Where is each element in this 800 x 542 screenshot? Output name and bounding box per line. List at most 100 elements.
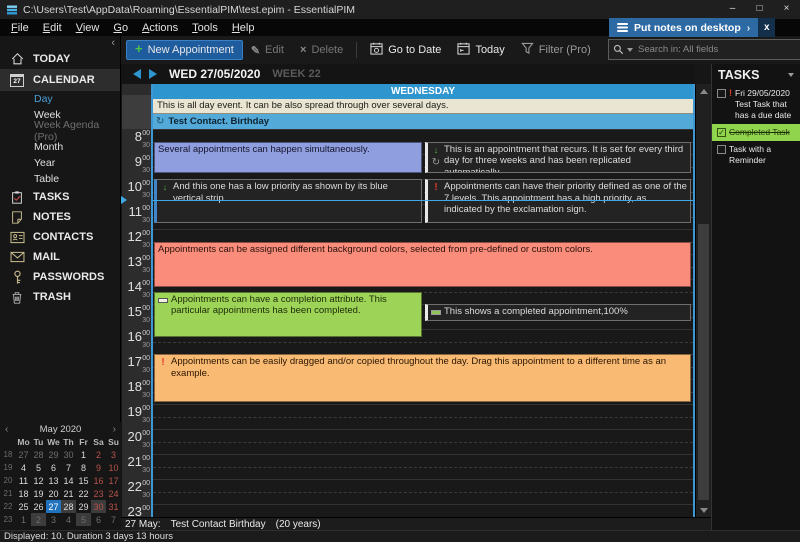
menu-view[interactable]: View — [69, 22, 107, 34]
mini-calendar-day[interactable]: 3 — [46, 513, 61, 526]
scrollbar-thumb[interactable] — [698, 224, 709, 500]
sidebar-item-week-agenda-pro-[interactable]: Week Agenda (Pro) — [0, 123, 120, 139]
checkbox-unchecked-icon[interactable] — [717, 145, 726, 154]
low-priority-appointment[interactable]: ↓And this one has a low priority as show… — [154, 179, 422, 223]
time-grid-row[interactable] — [153, 479, 693, 504]
mini-calendar-day[interactable]: 26 — [31, 500, 46, 513]
delete-button[interactable]: ×Delete — [292, 41, 351, 59]
mini-calendar-day[interactable]: 12 — [31, 474, 46, 487]
mini-calendar-day[interactable]: 7 — [61, 461, 76, 474]
minimize-button[interactable]: – — [719, 0, 746, 19]
mini-calendar-day[interactable]: 4 — [16, 461, 31, 474]
tasks-panel-menu-icon[interactable] — [788, 73, 794, 77]
mini-calendar-day[interactable]: 20 — [46, 487, 61, 500]
colored-appointment[interactable]: Appointments can be assigned different b… — [154, 242, 691, 288]
time-grid-row[interactable] — [153, 454, 693, 479]
mini-calendar-day[interactable]: 29 — [46, 448, 61, 461]
recurring-appointment[interactable]: ↓↻This is an appointment that recurs. It… — [425, 142, 691, 173]
mini-calendar-day[interactable]: 3 — [106, 448, 121, 461]
close-button[interactable]: × — [773, 0, 800, 19]
mini-calendar-day[interactable]: 14 — [61, 474, 76, 487]
go-to-date-button[interactable]: Go to Date — [362, 39, 449, 61]
mini-calendar-day[interactable]: 27 — [16, 448, 31, 461]
time-grid-row[interactable] — [153, 404, 693, 429]
prev-day-icon[interactable] — [133, 69, 141, 79]
checkbox-unchecked-icon[interactable] — [717, 89, 726, 98]
mini-calendar-day[interactable]: 1 — [16, 513, 31, 526]
today-button[interactable]: Today — [449, 39, 512, 61]
sidebar-item-passwords[interactable]: PASSWORDS — [0, 267, 120, 287]
mini-calendar-day[interactable]: 25 — [16, 500, 31, 513]
mini-calendar-day[interactable]: 30 — [91, 500, 106, 513]
mini-calendar-day[interactable]: 29 — [76, 500, 91, 513]
edit-button[interactable]: ✎Edit — [243, 41, 292, 60]
scroll-down-icon[interactable] — [696, 503, 712, 517]
new-appointment-button[interactable]: +New Appointment — [126, 40, 243, 60]
simultaneous-appointment[interactable]: Several appointments can happen simultan… — [154, 142, 422, 173]
mini-calendar-day[interactable]: 31 — [106, 500, 121, 513]
mini-calendar-day[interactable]: 2 — [31, 513, 46, 526]
mini-calendar-day[interactable]: 5 — [76, 513, 91, 526]
mini-calendar-day[interactable]: 5 — [31, 461, 46, 474]
mini-calendar-day[interactable]: 16 — [91, 474, 106, 487]
maximize-button[interactable]: □ — [746, 0, 773, 19]
mini-calendar-day[interactable]: 7 — [106, 513, 121, 526]
mini-calendar-day[interactable]: 2 — [91, 448, 106, 461]
notes-banner-close-button[interactable]: x — [758, 18, 775, 37]
search-input[interactable] — [636, 43, 800, 56]
sidebar-item-calendar[interactable]: 27CALENDAR — [0, 69, 120, 91]
mini-calendar-day[interactable]: 18 — [16, 487, 31, 500]
mini-calendar-day[interactable]: 4 — [61, 513, 76, 526]
mini-calendar-day[interactable]: 27 — [46, 500, 61, 513]
next-day-icon[interactable] — [149, 69, 157, 79]
vertical-scrollbar[interactable] — [695, 84, 711, 517]
search-box[interactable] — [608, 39, 800, 60]
completed-appointment[interactable]: This shows a completed appointment,100% — [425, 304, 691, 321]
sidebar-item-day[interactable]: Day — [0, 91, 120, 107]
sidebar-item-table[interactable]: Table — [0, 171, 120, 187]
high-priority-appointment[interactable]: !Appointments can have their priority de… — [425, 179, 691, 223]
all-day-event[interactable]: This is all day event. It can be also sp… — [153, 99, 693, 114]
mini-calendar-day[interactable]: 30 — [61, 448, 76, 461]
menu-help[interactable]: Help — [225, 22, 262, 34]
mini-calendar-day[interactable]: 11 — [16, 474, 31, 487]
mini-calendar-day[interactable]: 17 — [106, 474, 121, 487]
task-completed[interactable]: ✓Completed Task — [712, 124, 800, 141]
scroll-up-icon[interactable] — [696, 84, 712, 98]
time-grid-row[interactable] — [153, 429, 693, 454]
mini-calendar-day[interactable]: 22 — [76, 487, 91, 500]
search-scope-dropdown-icon[interactable] — [627, 48, 633, 52]
task-reminder[interactable]: Task with a Reminder — [712, 141, 800, 169]
notes-banner-button[interactable]: Put notes on desktop › — [609, 18, 758, 37]
completion-appointment[interactable]: Appointments can have a completion attri… — [154, 292, 422, 338]
mini-calendar-day[interactable]: 1 — [76, 448, 91, 461]
sidebar-item-year[interactable]: Year — [0, 155, 120, 171]
mini-calendar-day[interactable]: 10 — [106, 461, 121, 474]
sidebar-item-mail[interactable]: MAIL — [0, 247, 120, 267]
task-due-date[interactable]: !Fri 29/05/2020Test Task that has a due … — [712, 85, 800, 124]
mini-calendar-day[interactable]: 28 — [31, 448, 46, 461]
mini-calendar-day[interactable]: 13 — [46, 474, 61, 487]
mini-calendar-day[interactable]: 24 — [106, 487, 121, 500]
mini-calendar-day[interactable]: 19 — [31, 487, 46, 500]
mini-calendar-day[interactable]: 21 — [61, 487, 76, 500]
menu-edit[interactable]: Edit — [36, 22, 69, 34]
draggable-appointment[interactable]: !Appointments can be easily dragged and/… — [154, 354, 691, 402]
sidebar-item-tasks[interactable]: TASKS — [0, 187, 120, 207]
birthday-event[interactable]: ↻ Test Contact. Birthday — [153, 114, 693, 129]
mini-calendar-day[interactable]: 15 — [76, 474, 91, 487]
filter-button[interactable]: Filter (Pro) — [513, 39, 599, 61]
mini-calendar-day[interactable]: 23 — [91, 487, 106, 500]
sidebar-item-today[interactable]: TODAY — [0, 49, 120, 69]
menu-actions[interactable]: Actions — [135, 22, 185, 34]
sidebar-item-trash[interactable]: TRASH — [0, 287, 120, 307]
menu-tools[interactable]: Tools — [185, 22, 225, 34]
mini-calendar-next-icon[interactable]: › — [113, 424, 116, 435]
mini-calendar-day[interactable]: 9 — [91, 461, 106, 474]
sidebar-item-notes[interactable]: NOTES — [0, 207, 120, 227]
mini-calendar-day[interactable]: 8 — [76, 461, 91, 474]
mini-calendar-day[interactable]: 28 — [61, 500, 76, 513]
time-grid-row[interactable] — [153, 504, 693, 517]
sidebar-collapse-icon[interactable]: ‹ — [111, 37, 115, 49]
menu-file[interactable]: File — [4, 22, 36, 34]
